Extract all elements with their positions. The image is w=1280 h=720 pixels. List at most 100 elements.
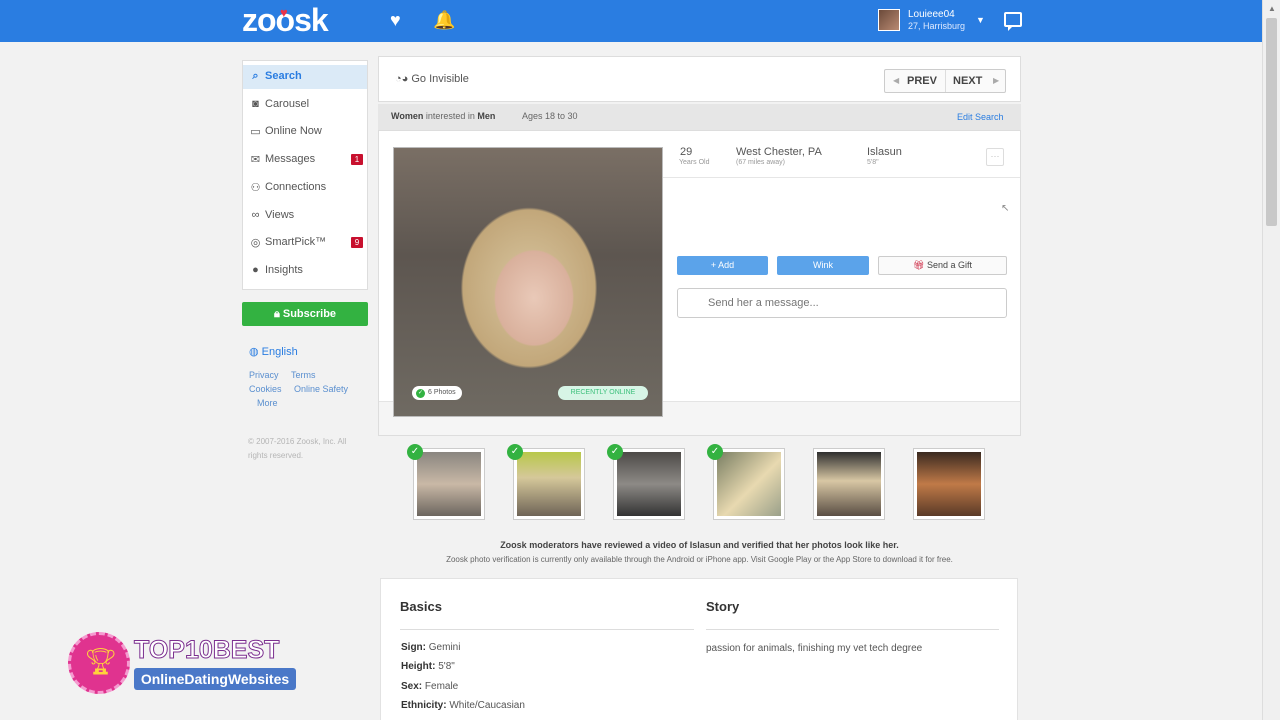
sidebar-item-insights[interactable]: ● Insights <box>243 259 367 283</box>
profile-pager: ◀ PREV NEXT ▶ <box>884 69 1006 93</box>
check-icon: ✓ <box>416 389 425 398</box>
search-icon: ⌕ <box>252 70 259 82</box>
photo-count-chip[interactable]: ✓ 6 Photos <box>412 386 462 400</box>
globe-icon: ◍ <box>249 346 262 358</box>
mask-icon: ◔◕ <box>395 73 412 85</box>
next-button[interactable]: NEXT <box>953 70 987 92</box>
go-invisible-toggle[interactable]: ◔◕ Go Invisible <box>395 73 469 85</box>
message-input[interactable] <box>677 288 1007 318</box>
story-text: passion for animals, finishing my vet te… <box>706 643 923 654</box>
online-icon: ▭ <box>250 126 261 138</box>
photo-thumbnail-4[interactable] <box>713 448 785 520</box>
profile-distance: (67 miles away) <box>736 159 786 166</box>
wink-button[interactable]: Wink <box>777 256 869 275</box>
verified-check-icon: ✓ <box>707 444 723 460</box>
user-age-location: 27, Harrisburg <box>908 21 966 31</box>
scroll-up-arrow-icon[interactable]: ▲ <box>1268 4 1276 13</box>
profile-divider <box>663 177 1020 178</box>
privacy-link[interactable]: Privacy <box>249 370 279 380</box>
profile-height: 5'8" <box>867 159 879 166</box>
basics-sign: Sign: Gemini <box>401 642 461 653</box>
online-safety-link[interactable]: Online Safety <box>294 384 348 394</box>
online-status-chip: RECENTLY ONLINE <box>558 386 648 400</box>
bell-icon[interactable]: 🔔 <box>433 10 455 30</box>
avatar <box>878 9 900 31</box>
sidebar-item-views[interactable]: ∞ Views <box>243 204 367 228</box>
chat-icon[interactable] <box>1004 12 1022 31</box>
verification-note: Zoosk photo verification is currently on… <box>446 555 953 564</box>
top-bar: zoosk ♥ ♥ 🔔 Louieee04 27, Harrisburg ▼ <box>0 0 1262 42</box>
pager-divider <box>945 70 946 92</box>
scrollbar[interactable]: ▲ <box>1262 0 1280 720</box>
smartpick-count-badge: 9 <box>351 237 363 248</box>
verification-message: Zoosk moderators have reviewed a video o… <box>500 540 899 550</box>
more-options-icon[interactable]: ··· <box>986 148 1004 166</box>
zoosk-logo[interactable]: zoosk ♥ <box>242 2 329 39</box>
subscribe-button[interactable]: 🔒︎ Subscribe <box>242 302 368 326</box>
copyright-text: © 2007-2016 Zoosk, Inc. All rights reser… <box>248 437 347 460</box>
logo-heart-icon: ♥ <box>280 5 288 20</box>
sidebar-item-label: Views <box>265 209 295 221</box>
send-gift-button[interactable]: 🎁︎ Send a Gift <box>878 256 1007 275</box>
sidebar-item-carousel[interactable]: ◙ Carousel <box>243 93 367 117</box>
user-name: Louieee04 <box>908 9 955 20</box>
mouse-cursor-icon: ↖ <box>1001 203 1010 214</box>
sidebar-nav: ⌕ Search ◙ Carousel ▭ Online Now ✉ Messa… <box>242 60 368 290</box>
basics-height: Height: 5'8" <box>401 661 455 672</box>
sidebar-item-messages[interactable]: ✉ Messages 1 <box>243 148 367 172</box>
more-link[interactable]: More <box>257 398 278 408</box>
profile-photo[interactable] <box>393 147 663 417</box>
add-button[interactable]: + Add <box>677 256 768 275</box>
sidebar-item-online-now[interactable]: ▭ Online Now <box>243 120 367 144</box>
prev-button[interactable]: PREV <box>907 70 943 92</box>
chevron-right-icon: ▶ <box>993 76 1000 85</box>
story-title: Story <box>706 599 740 614</box>
scroll-thumb[interactable] <box>1266 18 1277 226</box>
sidebar-item-label: Online Now <box>265 125 322 137</box>
edit-search-link[interactable]: Edit Search <box>957 112 1004 122</box>
terms-link[interactable]: Terms <box>291 370 316 380</box>
profile-username: Islasun <box>867 146 902 158</box>
photo-thumbnail-6[interactable] <box>913 448 985 520</box>
chevron-left-icon: ◀ <box>893 76 900 85</box>
basics-ethnicity: Ethnicity: White/Caucasian <box>401 700 525 711</box>
sidebar-item-label: Connections <box>265 181 327 193</box>
heart-check-icon[interactable]: ♥ <box>390 10 401 30</box>
profile-age-label: Years Old <box>679 159 710 166</box>
photo-thumbnail-3[interactable] <box>613 448 685 520</box>
envelope-icon: ✉ <box>250 154 261 166</box>
sidebar-item-smartpick[interactable]: ◎ SmartPick™ 9 <box>243 231 367 255</box>
messages-count-badge: 1 <box>351 154 363 165</box>
trophy-icon: 🏆︎ <box>84 646 118 676</box>
photo-thumbnail-2[interactable] <box>513 448 585 520</box>
photo-thumbnail-1[interactable] <box>413 448 485 520</box>
verified-check-icon: ✓ <box>607 444 623 460</box>
profile-header-bar: ◔◕ Go Invisible ◀ PREV NEXT ▶ <box>378 56 1021 102</box>
age-filter[interactable]: Ages 18 to 30 <box>522 111 578 121</box>
sidebar-item-connections[interactable]: ⚇ Connections <box>243 176 367 200</box>
chevron-down-icon: ▼ <box>976 15 985 25</box>
basics-rule <box>400 629 694 630</box>
language-selector[interactable]: ◍ English <box>249 345 298 358</box>
watermark-subtitle: OnlineDatingWebsites <box>134 668 296 690</box>
gift-icon: 🎁︎ <box>913 260 927 270</box>
basics-sex: Sex: Female <box>401 681 459 692</box>
target-icon: ◎ <box>250 237 261 249</box>
photo-thumbnail-5[interactable] <box>813 448 885 520</box>
profile-details: Basics Story Sign: Gemini Height: 5'8" S… <box>380 578 1018 720</box>
carousel-icon: ◙ <box>252 98 259 110</box>
verified-check-icon: ✓ <box>407 444 423 460</box>
sidebar-item-search[interactable]: ⌕ Search <box>243 65 367 89</box>
glasses-icon: ∞ <box>251 209 260 221</box>
top10best-watermark: 🏆︎ TOP10BEST OnlineDatingWebsites <box>68 632 308 696</box>
sidebar-item-label: SmartPick™ <box>265 236 327 248</box>
sidebar-item-label: Carousel <box>265 98 310 110</box>
cookies-link[interactable]: Cookies <box>249 384 282 394</box>
basics-title: Basics <box>400 599 442 614</box>
sidebar-item-label: Insights <box>265 264 303 276</box>
verified-check-icon: ✓ <box>507 444 523 460</box>
sidebar-item-label: Search <box>265 70 302 82</box>
lock-icon: 🔒︎ <box>273 308 283 320</box>
gender-filter[interactable]: Women interested in Men <box>391 111 495 121</box>
sidebar-item-label: Messages <box>265 153 316 165</box>
